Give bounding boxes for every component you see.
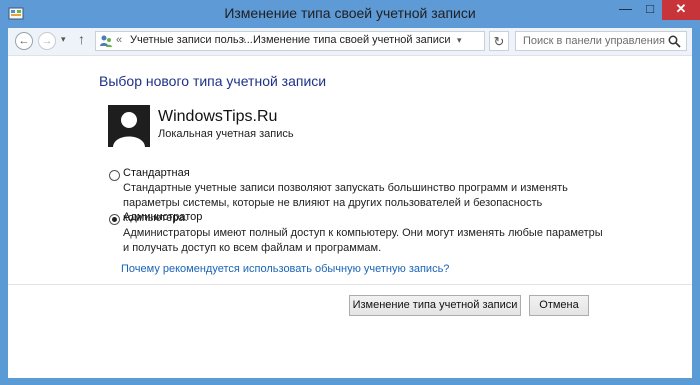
search-box[interactable]: Поиск в панели управления: [515, 31, 687, 51]
administrator-description: Администраторы имеют полный доступ к ком…: [123, 227, 603, 254]
title-bar[interactable]: Изменение типа своей учетной записи — □ …: [0, 0, 700, 28]
address-dropdown[interactable]: ▾: [457, 35, 462, 46]
minimize-button[interactable]: —: [613, 0, 638, 20]
footer-divider: [8, 284, 692, 285]
change-account-type-button[interactable]: Изменение типа учетной записи: [349, 295, 521, 316]
window-title: Изменение типа своей учетной записи: [224, 5, 476, 21]
avatar-icon: [108, 105, 150, 147]
maximize-button[interactable]: □: [638, 0, 662, 20]
navigation-bar: ← → ▾ ↑ « Учетные записи польз... › Изме…: [8, 28, 692, 55]
account-name: WindowsTips.Ru: [158, 108, 278, 125]
breadcrumb-separator[interactable]: ›: [242, 34, 246, 46]
users-folder-icon: [99, 34, 113, 48]
forward-button[interactable]: →: [38, 32, 56, 50]
standard-radio[interactable]: [109, 170, 120, 181]
why-standard-account-link[interactable]: Почему рекомендуется использовать обычну…: [121, 263, 449, 275]
page-title: Выбор нового типа учетной записи: [99, 73, 327, 89]
administrator-radio[interactable]: [109, 214, 120, 225]
search-icon: [668, 35, 681, 48]
refresh-icon: ↻: [493, 34, 505, 49]
account-type: Локальная учетная запись: [158, 128, 294, 140]
administrator-label[interactable]: Администратор: [123, 211, 202, 223]
breadcrumb-user-accounts[interactable]: Учетные записи польз...: [130, 34, 253, 46]
window: Изменение типа своей учетной записи — □ …: [0, 0, 700, 385]
breadcrumb-current[interactable]: Изменение типа своей учетной записи: [253, 34, 451, 46]
standard-label[interactable]: Стандартная: [123, 167, 190, 179]
search-input[interactable]: Поиск в панели управления: [523, 35, 665, 47]
cancel-button[interactable]: Отмена: [529, 295, 589, 316]
close-button[interactable]: ✕: [662, 0, 700, 20]
address-bar[interactable]: « Учетные записи польз... › Изменение ти…: [95, 31, 485, 51]
refresh-button[interactable]: ↻: [489, 31, 509, 51]
back-button[interactable]: ←: [15, 32, 33, 50]
up-button[interactable]: ↑: [78, 31, 85, 47]
recent-locations-dropdown[interactable]: ▾: [61, 34, 66, 45]
breadcrumb-overflow[interactable]: «: [116, 34, 122, 46]
